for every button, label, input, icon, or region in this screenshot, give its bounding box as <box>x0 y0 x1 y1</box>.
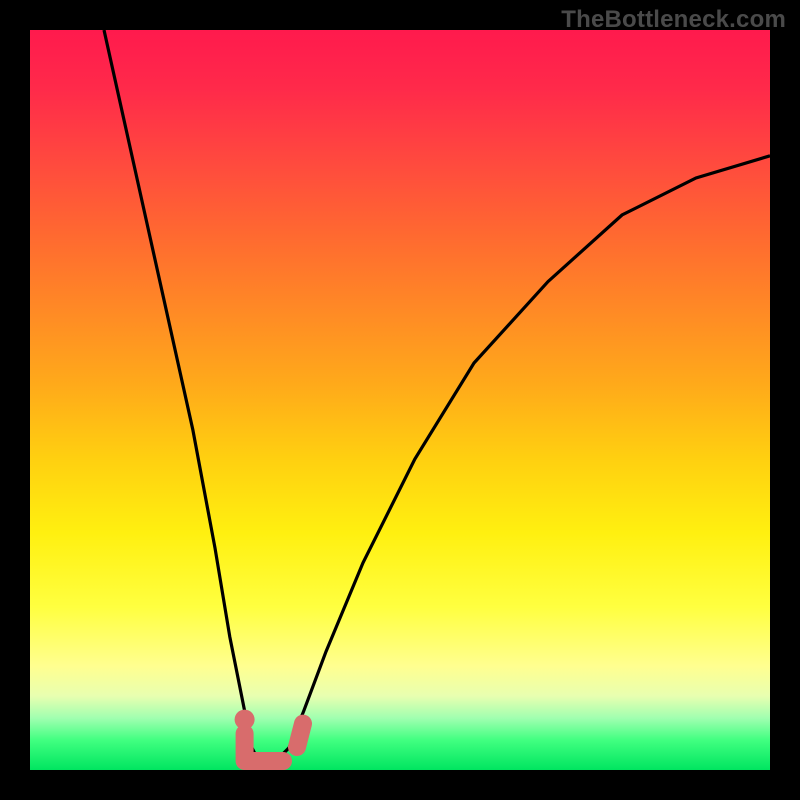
chart-frame <box>30 30 770 770</box>
chart-svg <box>30 30 770 770</box>
highlight-marker-dot <box>235 710 255 730</box>
highlight-marker <box>245 724 303 761</box>
bottleneck-curve <box>104 30 770 763</box>
